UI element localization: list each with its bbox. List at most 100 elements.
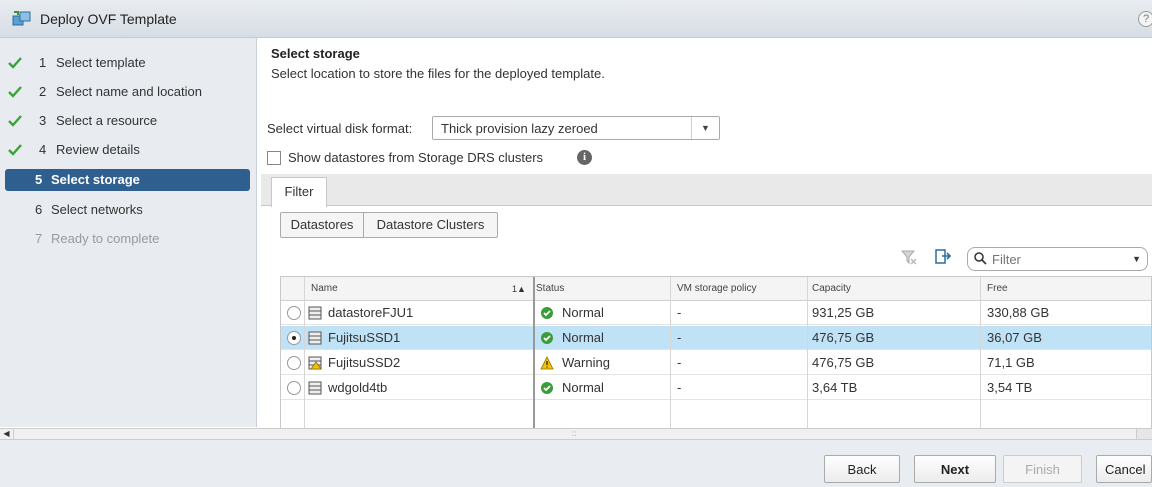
checkmark-icon <box>8 115 22 127</box>
scrollbar-end[interactable] <box>1136 429 1152 439</box>
cell-name: datastoreFJU1 <box>328 305 414 320</box>
cell-name: wdgold4tb <box>328 380 388 395</box>
datastore-icon <box>308 381 322 395</box>
column-divider <box>980 277 981 428</box>
cell-free: 330,88 GB <box>987 305 1050 320</box>
status-ok-icon <box>541 332 553 344</box>
show-sdrs-checkbox[interactable] <box>267 151 281 165</box>
cell-capacity: 3,64 TB <box>812 380 858 395</box>
step-label: Ready to complete <box>51 231 160 246</box>
row-radio[interactable] <box>287 331 301 345</box>
datastore-warning-icon <box>308 356 322 370</box>
help-icon[interactable]: ? <box>1138 11 1152 27</box>
search-icon <box>974 252 987 265</box>
frozen-column-divider[interactable] <box>533 277 535 428</box>
cancel-button[interactable]: Cancel <box>1096 455 1152 483</box>
step-label: Select storage <box>51 172 140 187</box>
datastores-toggle[interactable]: Datastores <box>280 212 364 238</box>
resize-grip[interactable]: :: <box>572 429 576 439</box>
wizard-step-select-storage[interactable]: 5 Select storage <box>5 169 250 191</box>
step-number: 2 <box>39 84 47 99</box>
datastore-icon <box>308 331 322 345</box>
cell-capacity: 931,25 GB <box>812 305 875 320</box>
step-number: 1 <box>39 55 47 70</box>
step-label: Review details <box>56 142 140 157</box>
table-row[interactable]: datastoreFJU1 Normal - 931,25 GB 330,88 … <box>281 301 1151 325</box>
step-label: Select networks <box>51 202 143 217</box>
cell-status: Normal <box>562 380 604 395</box>
scroll-left-icon[interactable]: ◀ <box>0 429 14 439</box>
ovf-template-icon <box>12 11 31 26</box>
step-number: 6 <box>35 202 43 217</box>
show-sdrs-label[interactable]: Show datastores from Storage DRS cluster… <box>288 150 543 165</box>
table-row[interactable]: FujitsuSSD1 Normal - 476,75 GB 36,07 GB <box>281 326 1151 350</box>
column-header-name[interactable]: Name <box>311 277 338 301</box>
row-radio[interactable] <box>287 381 301 395</box>
column-divider <box>670 277 671 428</box>
column-divider <box>304 277 305 428</box>
next-button[interactable]: Next <box>914 455 996 483</box>
table-row[interactable]: wdgold4tb Normal - 3,64 TB 3,54 TB <box>281 376 1151 400</box>
cell-policy: - <box>677 380 682 395</box>
cell-capacity: 476,75 GB <box>812 355 875 370</box>
dropdown-arrow-icon[interactable]: ▼ <box>691 117 719 139</box>
cell-free: 36,07 GB <box>987 330 1042 345</box>
datastore-icon <box>308 306 322 320</box>
cell-capacity: 476,75 GB <box>812 330 875 345</box>
checkmark-icon <box>8 86 22 98</box>
column-header-capacity[interactable]: Capacity <box>812 277 851 301</box>
clear-filter-icon[interactable] <box>900 248 918 266</box>
step-number: 3 <box>39 113 47 128</box>
step-number: 7 <box>35 231 43 246</box>
cell-policy: - <box>677 330 682 345</box>
finish-button: Finish <box>1003 455 1082 483</box>
page-subtitle: Select location to store the files for t… <box>271 66 605 81</box>
cell-policy: - <box>677 355 682 370</box>
wizard-step-select-name-location[interactable]: 2 Select name and location <box>5 81 250 103</box>
cell-status: Warning <box>562 355 610 370</box>
step-label: Select a resource <box>56 113 158 128</box>
info-icon[interactable]: i <box>577 150 592 165</box>
wizard-step-select-template[interactable]: 1 Select template <box>5 52 250 74</box>
status-ok-icon <box>541 307 553 319</box>
filter-input-box[interactable]: ▼ <box>967 247 1148 271</box>
cell-policy: - <box>677 305 682 320</box>
wizard-step-review-details[interactable]: 4 Review details <box>5 139 250 161</box>
column-divider <box>807 277 808 428</box>
chevron-down-icon[interactable]: ▼ <box>1132 254 1141 264</box>
wizard-step-select-networks[interactable]: 6 Select networks <box>5 199 250 221</box>
export-icon[interactable] <box>934 248 952 266</box>
filter-input[interactable] <box>990 250 1125 268</box>
title-bar: Deploy OVF Template ? <box>0 0 1152 38</box>
datastore-clusters-toggle[interactable]: Datastore Clusters <box>363 212 498 238</box>
horizontal-scrollbar[interactable]: ◀ :: <box>0 428 1152 440</box>
table-header: Name 1▲ Status VM storage policy Capacit… <box>281 277 1151 301</box>
column-header-vm-storage-policy[interactable]: VM storage policy <box>677 277 756 301</box>
datastore-table: Name 1▲ Status VM storage policy Capacit… <box>280 276 1152 429</box>
checkmark-icon <box>8 144 22 156</box>
cell-status: Normal <box>562 330 604 345</box>
page-title: Select storage <box>271 46 360 61</box>
cell-name: FujitsuSSD1 <box>328 330 401 345</box>
tab-filter[interactable]: Filter <box>271 177 327 207</box>
row-radio[interactable] <box>287 306 301 320</box>
disk-format-value: Thick provision lazy zeroed <box>441 121 598 136</box>
column-header-free[interactable]: Free <box>987 277 1008 301</box>
tab-strip <box>261 174 1152 206</box>
step-number: 4 <box>39 142 47 157</box>
column-header-status[interactable]: Status <box>536 277 564 301</box>
step-number: 5 <box>35 172 43 187</box>
back-button[interactable]: Back <box>824 455 900 483</box>
disk-format-select[interactable]: Thick provision lazy zeroed ▼ <box>432 116 720 140</box>
window-title: Deploy OVF Template <box>40 11 177 27</box>
cell-free: 71,1 GB <box>987 355 1035 370</box>
wizard-step-ready-to-complete: 7 Ready to complete <box>5 228 250 250</box>
cell-free: 3,54 TB <box>987 380 1033 395</box>
sort-ascending-icon[interactable]: 1▲ <box>512 277 526 301</box>
cell-status: Normal <box>562 305 604 320</box>
step-label: Select template <box>56 55 146 70</box>
wizard-step-select-resource[interactable]: 3 Select a resource <box>5 110 250 132</box>
table-row[interactable]: FujitsuSSD2 Warning - 476,75 GB 71,1 GB <box>281 351 1151 375</box>
status-warning-icon <box>540 356 554 370</box>
row-radio[interactable] <box>287 356 301 370</box>
